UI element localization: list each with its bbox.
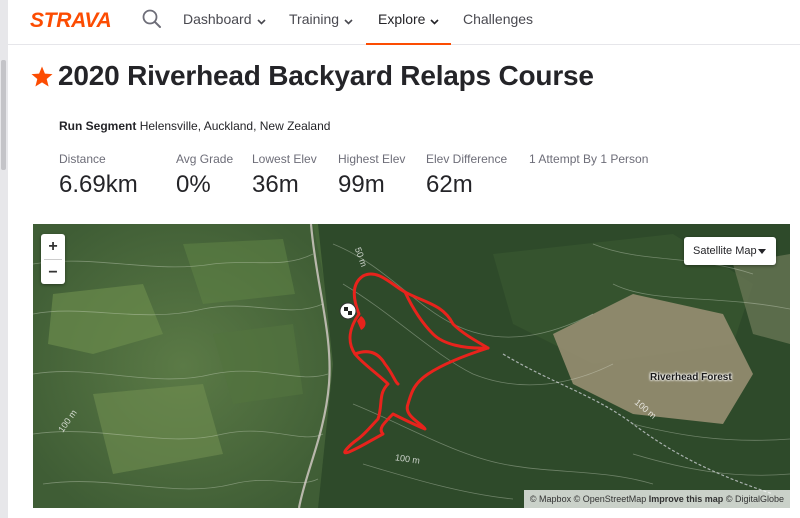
osm-attribution-link[interactable]: © OpenStreetMap [574,494,647,504]
chevron-down-icon [256,1,266,39]
search-icon[interactable] [141,8,163,30]
zoom-out-button[interactable]: − [41,260,65,285]
map-type-dropdown[interactable]: Satellite Map [684,237,776,265]
mapbox-attribution-link[interactable]: © Mapbox [530,494,571,504]
stat-label: Elev Difference [426,152,508,166]
place-label: Riverhead Forest [650,372,732,383]
satellite-terrain [33,224,790,508]
scrollbar-thumb[interactable] [1,60,6,170]
stat-elev-difference: Elev Difference 62m [426,152,507,199]
digitalglobe-attribution-link[interactable]: © DigitalGlobe [726,494,784,504]
zoom-in-button[interactable]: + [41,234,65,259]
left-scrollbar[interactable] [0,0,8,518]
star-icon[interactable] [30,65,54,89]
stat-label: Avg Grade [176,152,234,166]
segment-subtitle: Run Segment Helensville, Auckland, New Z… [59,119,330,133]
strava-logo[interactable]: STRAVA [30,9,112,33]
nav-dashboard[interactable]: Dashboard [183,0,266,44]
stat-label: Highest Elev [338,152,406,166]
nav-training[interactable]: Training [289,0,353,44]
caret-down-icon [758,249,766,254]
stat-label: Distance [59,152,106,166]
nav-explore[interactable]: Explore [366,0,452,45]
stat-lowest-elev: Lowest Elev 36m [252,152,317,199]
nav-training-label: Training [289,11,340,27]
stat-value: 99m [338,171,385,198]
nav-explore-label: Explore [378,11,426,27]
nav-challenges-label: Challenges [463,11,534,27]
stat-value: 6.69km [59,171,138,198]
zoom-controls: + − [41,234,65,284]
segment-map[interactable]: 50 m 100 m 100 m 100 m + − Satellite Map… [33,224,790,508]
stat-label: Lowest Elev [252,152,317,166]
segment-type: Run Segment [59,119,137,133]
nav-challenges[interactable]: Challenges [463,0,533,44]
improve-map-link[interactable]: Improve this map [649,494,724,504]
attempts-count[interactable]: 1 Attempt By 1 Person [529,152,648,166]
chevron-down-icon [344,1,353,39]
stat-highest-elev: Highest Elev 99m [338,152,405,199]
stat-distance: Distance 6.69km [59,152,138,199]
segment-location: Helensville, Auckland, New Zealand [139,119,331,133]
map-type-label: Satellite Map [693,245,757,257]
stat-avg-grade: Avg Grade 0% [176,152,233,199]
nav-dashboard-label: Dashboard [183,11,252,27]
map-attribution: © Mapbox © OpenStreetMap Improve this ma… [523,490,790,508]
stat-value: 0% [176,171,211,198]
active-tab-indicator [366,43,452,45]
stat-value: 36m [252,171,299,198]
top-nav: STRAVA Dashboard Training Explore Challe… [8,0,800,45]
segment-title: 2020 Riverhead Backyard Relaps Course [58,60,594,91]
chevron-down-icon [430,1,440,39]
start-marker [339,302,357,320]
stat-value: 62m [426,171,473,198]
